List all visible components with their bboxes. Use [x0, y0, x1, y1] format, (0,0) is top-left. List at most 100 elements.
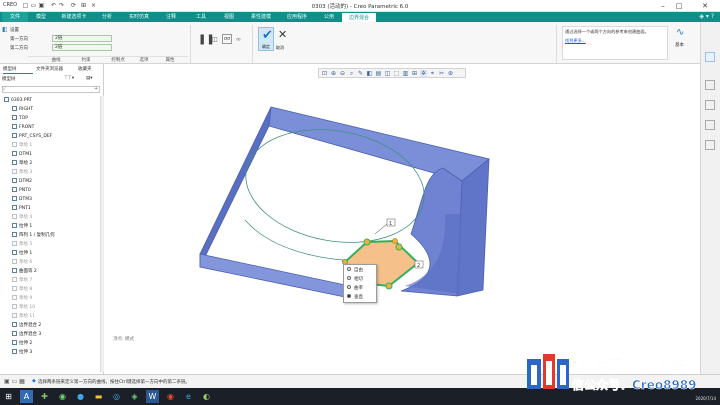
menu-apps[interactable]: 应用程序 [282, 12, 312, 22]
preview-icon[interactable]: ◫ [212, 36, 218, 43]
view-manager-icon[interactable]: ◫ [384, 70, 391, 77]
menu-view[interactable]: 视图 [218, 12, 240, 22]
app-icon[interactable]: e [182, 390, 195, 403]
tree-settings-icon[interactable]: ▤▾ [86, 76, 93, 81]
tree-item[interactable]: 边界混合 2 [0, 321, 100, 330]
tree-item[interactable]: PRT_CSYS_DEF [0, 132, 100, 141]
spin-center-icon[interactable]: ✲ [420, 70, 427, 77]
appearance-toggle-icon[interactable]: ⊛ [447, 70, 454, 77]
tree-filter-icon[interactable]: ⊤⊤▾ [64, 76, 74, 81]
datum-display-icon[interactable]: ⊞ [411, 70, 418, 77]
tab-model-tree[interactable]: 模型树 [3, 66, 33, 74]
tree-item[interactable]: FRONT [0, 123, 100, 132]
menu-boundary-blend[interactable]: 边界混合 [342, 12, 376, 22]
tree-item[interactable]: 草绘 11 [0, 312, 100, 321]
first-direction-field[interactable]: 2链 [52, 35, 112, 42]
zoom-in-icon[interactable]: ⊕ [330, 70, 337, 77]
qq-icon[interactable]: ● [74, 390, 87, 403]
app-icon[interactable]: ◈ [128, 390, 141, 403]
control-point[interactable] [392, 238, 398, 244]
tree-item[interactable]: 拉伸 3 [0, 348, 100, 357]
tree-item[interactable]: 阵列 1 / 复制几何 [0, 231, 100, 240]
menu-analysis[interactable]: 分析 [96, 12, 118, 22]
menu-tools[interactable]: 工具 [190, 12, 212, 22]
menu-annotate[interactable]: 注释 [160, 12, 182, 22]
cancel-icon[interactable]: ✕ [278, 28, 287, 41]
cut-icon[interactable]: ✂ [438, 70, 445, 77]
minimize-button[interactable]: – [656, 1, 670, 11]
cancel-label[interactable]: 取消 [276, 45, 284, 51]
menu-model[interactable]: 模型 [30, 12, 52, 22]
tree-item[interactable]: PNT0 [0, 186, 100, 195]
browser-icon[interactable]: ◎ [110, 390, 123, 403]
tab-folder-browser[interactable]: 文件夹浏览器 [36, 66, 76, 74]
tree-item[interactable]: 草绘 3 [0, 168, 100, 177]
tree-search-input[interactable] [2, 86, 100, 93]
close-button[interactable]: ✕ [690, 1, 720, 11]
help-icon[interactable]: ◈ ▾ ? [699, 13, 714, 20]
tree-item[interactable]: DTM3 [0, 195, 100, 204]
tree-item[interactable]: 草绘 2 [0, 159, 100, 168]
sketch-wave-icon[interactable]: ∿ [676, 27, 684, 38]
repaint-icon[interactable]: ⌕ [348, 70, 355, 77]
app-icon[interactable]: A [20, 390, 33, 403]
maximize-button[interactable]: □ [672, 1, 686, 11]
status-icons[interactable]: ▣ ▭ ▦ [4, 378, 25, 385]
menu-live-sim[interactable]: 实时仿真 [124, 12, 154, 22]
context-menu-item[interactable]: 曲率 [347, 284, 363, 293]
tree-item[interactable]: 草绘 9 [0, 294, 100, 303]
tree-item[interactable]: 拉伸 1 [0, 222, 100, 231]
tree-item[interactable]: RIGHT [0, 105, 100, 114]
menu-flexible[interactable]: 柔性建模 [246, 12, 276, 22]
perspective-icon[interactable]: ⬚ [393, 70, 400, 77]
annotation-icon[interactable]: ⌖ [429, 70, 436, 77]
context-menu-item[interactable]: 自由 [347, 266, 363, 275]
menu-new-tab[interactable]: 新建选项卡 [56, 12, 92, 22]
saved-views-icon[interactable]: ▤ [375, 70, 382, 77]
more-link[interactable]: 找到更多... [565, 38, 665, 44]
graphics-viewport[interactable]: 1 2 [105, 64, 700, 374]
word-icon[interactable]: W [146, 390, 159, 403]
app-icon[interactable]: ✚ [38, 390, 51, 403]
tree-item[interactable]: TOP [0, 114, 100, 123]
pan-icon[interactable]: ✎ [357, 70, 364, 77]
appearance-icon[interactable] [705, 100, 715, 110]
menu-common[interactable]: 公用 [318, 12, 340, 22]
tree-item[interactable]: 拉伸 1 [0, 249, 100, 258]
control-point[interactable] [363, 238, 371, 246]
glasses-icon[interactable]: ∞ [236, 36, 241, 43]
render-icon[interactable] [705, 120, 715, 130]
section-icon[interactable]: ▥ [402, 70, 409, 77]
tree-item[interactable]: DTM2 [0, 177, 100, 186]
context-menu-item[interactable]: 垂直 [347, 293, 363, 302]
tree-item[interactable]: 草绘 7 [0, 276, 100, 285]
wechat-icon[interactable]: ◉ [56, 390, 69, 403]
second-direction-field[interactable]: 2链 [52, 44, 112, 51]
tree-item[interactable]: 草绘 6 [0, 258, 100, 267]
layers-icon[interactable] [705, 80, 715, 90]
display-style-icon[interactable]: ◧ [366, 70, 373, 77]
ok-button[interactable]: ✔ 确定 [258, 27, 274, 51]
control-point[interactable] [385, 282, 393, 290]
properties-icon[interactable] [705, 140, 715, 150]
control-point[interactable] [395, 243, 403, 251]
tree-item[interactable]: PNT1 [0, 204, 100, 213]
add-icon[interactable]: + [94, 86, 98, 92]
panel-icon[interactable] [705, 52, 715, 62]
tree-item[interactable]: 曲面等 2 [0, 267, 100, 276]
tree-item[interactable]: 草绘 5 [0, 240, 100, 249]
tree-item[interactable]: 草绘 10 [0, 303, 100, 312]
context-menu-item[interactable]: 相切 [347, 275, 363, 284]
verify-icon[interactable]: σσ [222, 34, 232, 44]
tree-item[interactable]: DTM1 [0, 150, 100, 159]
tree-item[interactable]: 草绘 4 [0, 213, 100, 222]
tree-item[interactable]: 边界混合 3 [0, 330, 100, 339]
app-icon[interactable]: ◉ [164, 390, 177, 403]
menu-file[interactable]: 文件 [2, 12, 28, 22]
tab-favorites[interactable]: 收藏夹 [78, 66, 102, 74]
tree-item[interactable]: 拉伸 2 [0, 339, 100, 348]
tree-item[interactable]: 草绘 8 [0, 285, 100, 294]
creo-icon[interactable]: ◐ [200, 390, 213, 403]
start-icon[interactable]: ⊞ [2, 390, 15, 403]
folder-icon[interactable]: ▬ [92, 390, 105, 403]
